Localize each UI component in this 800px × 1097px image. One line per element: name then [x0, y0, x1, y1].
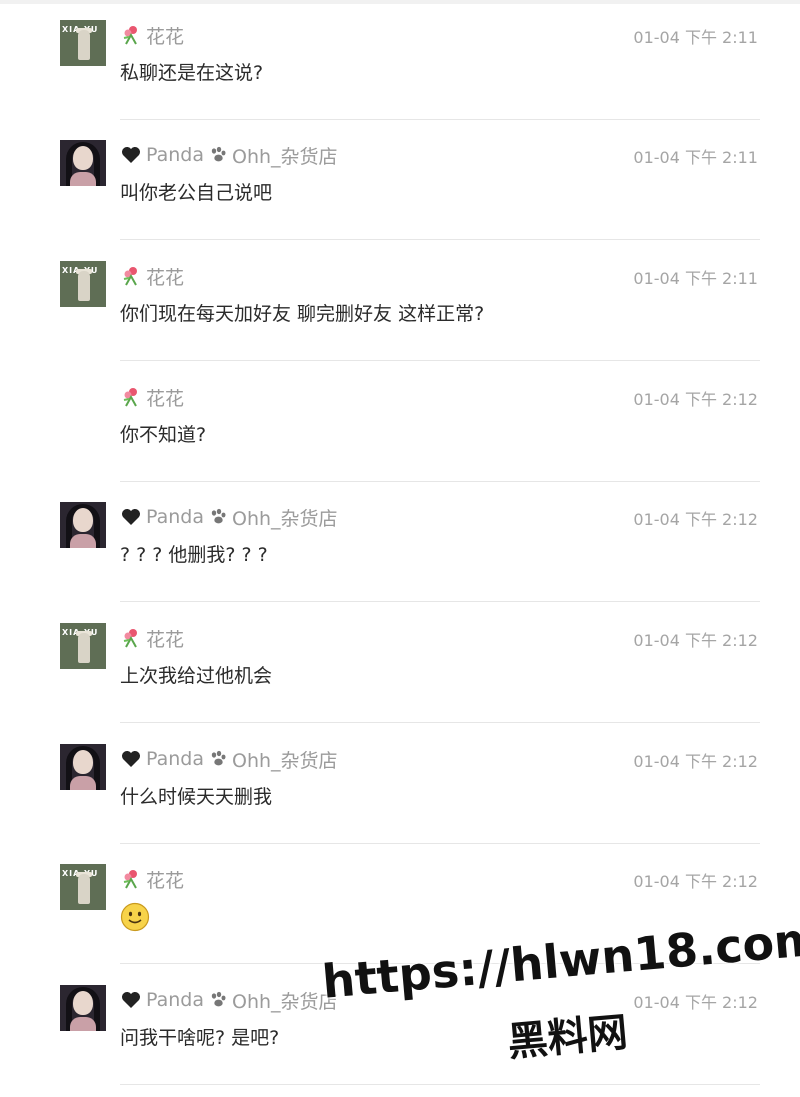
divider	[120, 360, 760, 361]
sender-name[interactable]: Panda Ohh_杂货店	[120, 988, 338, 1013]
message-item: Panda Ohh_杂货店 01-04 下午 2:11 叫你老公自己说吧	[0, 120, 800, 240]
sender-name-prefix: Panda	[146, 989, 204, 1011]
message-time: 01-04 下午 2:11	[633, 148, 758, 167]
sender-name-text: 花花	[146, 387, 185, 410]
message-item: XIA YU 花花 01-04 下午 2:11 你们现在每天加好友 聊完删好友 …	[0, 241, 800, 361]
message-text: ? ? ? 他删我? ? ?	[120, 544, 268, 566]
message-text: 什么时候天天删我	[120, 786, 273, 808]
message-item: XIA YU 花花 01-04 下午 2:12 上次我给过他机会	[0, 603, 800, 723]
message-item: Panda Ohh_杂货店 01-04 下午 2:12 什么时候天天删我	[0, 724, 800, 844]
sender-name[interactable]: 花花	[120, 385, 185, 410]
paw-icon	[211, 508, 226, 524]
sender-name[interactable]: 花花	[120, 23, 185, 48]
sender-name-prefix: Panda	[146, 506, 204, 528]
sender-name-suffix: Ohh_杂货店	[232, 749, 338, 772]
avatar-huahua[interactable]: XIA YU	[60, 261, 106, 307]
sender-name-text: 花花	[146, 869, 185, 892]
flower-bouquet-icon	[123, 26, 137, 45]
message-time: 01-04 下午 2:11	[633, 269, 758, 288]
message-time: 01-04 下午 2:11	[633, 28, 758, 47]
black-heart-icon	[122, 509, 140, 525]
message-text: 你不知道?	[120, 424, 207, 446]
message-text: 叫你老公自己说吧	[120, 182, 273, 204]
flower-bouquet-icon	[123, 267, 137, 286]
avatar-huahua[interactable]: XIA YU	[60, 864, 106, 910]
sender-name[interactable]: Panda Ohh_杂货店	[120, 747, 338, 772]
divider	[120, 1084, 760, 1085]
flower-bouquet-icon	[123, 388, 137, 407]
sender-name[interactable]: 花花	[120, 867, 185, 892]
sender-name[interactable]: 花花	[120, 626, 185, 651]
message-text: 上次我给过他机会	[120, 665, 273, 687]
flower-bouquet-icon	[123, 870, 137, 889]
message-text: 私聊还是在这说?	[120, 62, 264, 84]
paw-icon	[211, 146, 226, 162]
message-time: 01-04 下午 2:12	[633, 631, 758, 650]
sender-name[interactable]: 花花	[120, 264, 185, 289]
avatar-huahua[interactable]: XIA YU	[60, 623, 106, 669]
black-heart-icon	[122, 751, 140, 767]
message-time: 01-04 下午 2:12	[633, 510, 758, 529]
sender-name-prefix: Panda	[146, 748, 204, 770]
sender-name-prefix: Panda	[146, 144, 204, 166]
message-text: 问我干啥呢? 是吧?	[120, 1027, 280, 1049]
message-time: 01-04 下午 2:12	[633, 390, 758, 409]
divider	[120, 239, 760, 240]
sender-name-text: 花花	[146, 25, 185, 48]
message-text: 你们现在每天加好友 聊完删好友 这样正常?	[120, 303, 485, 325]
avatar-panda[interactable]	[60, 502, 106, 548]
black-heart-icon	[122, 992, 140, 1008]
sender-name[interactable]: Panda Ohh_杂货店	[120, 505, 338, 530]
sender-name-text: 花花	[146, 266, 185, 289]
sender-name[interactable]: Panda Ohh_杂货店	[120, 143, 338, 168]
avatar-huahua[interactable]: XIA YU	[60, 20, 106, 66]
watermark: https://hlwn18.com 黑料网	[320, 911, 800, 1070]
black-heart-icon	[122, 147, 140, 163]
message-item: 花花 01-04 下午 2:12 你不知道?	[0, 362, 800, 482]
divider	[120, 722, 760, 723]
sender-name-suffix: Ohh_杂货店	[232, 507, 338, 530]
sender-name-suffix: Ohh_杂货店	[232, 145, 338, 168]
divider	[120, 601, 760, 602]
paw-icon	[211, 750, 226, 766]
message-item: Panda Ohh_杂货店 01-04 下午 2:12 ? ? ? 他删我? ?…	[0, 482, 800, 602]
avatar-panda[interactable]	[60, 744, 106, 790]
message-time: 01-04 下午 2:12	[633, 872, 758, 891]
paw-icon	[211, 991, 226, 1007]
watermark-site-name: 黑料网	[505, 1009, 630, 1066]
message-item: XIA YU 花花 01-04 下午 2:11 私聊还是在这说?	[0, 0, 800, 120]
flower-bouquet-icon	[123, 629, 137, 648]
sender-name-suffix: Ohh_杂货店	[232, 990, 338, 1013]
avatar-panda[interactable]	[60, 985, 106, 1031]
smiley-emoji-icon	[120, 902, 150, 932]
sender-name-text: 花花	[146, 628, 185, 651]
avatar-panda[interactable]	[60, 140, 106, 186]
message-time: 01-04 下午 2:12	[633, 752, 758, 771]
